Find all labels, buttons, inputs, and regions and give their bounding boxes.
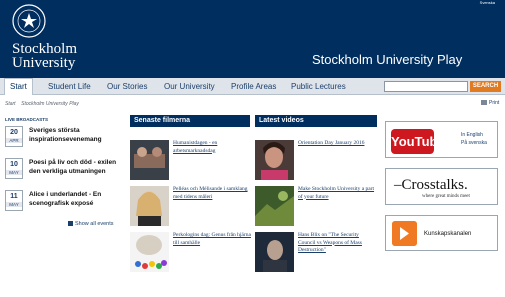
nav-item-our-university[interactable]: Our University xyxy=(164,82,215,91)
film-thumbnail[interactable] xyxy=(130,232,169,272)
youtube-link-english[interactable]: In English xyxy=(461,131,487,139)
videos-heading: Latest videos xyxy=(255,115,377,127)
show-all-events-link[interactable]: Show all events xyxy=(68,221,114,227)
film-item[interactable]: Perkologins dag: Genus från hjärna till … xyxy=(130,232,251,272)
event-month: MAY xyxy=(6,202,22,207)
video-item[interactable]: Orientation Day January 2016 xyxy=(255,140,375,180)
crosstalks-promo[interactable]: –Crosstalks. where great minds meet xyxy=(385,168,498,205)
event-day: 10 xyxy=(10,161,18,168)
event-title[interactable]: Sveriges största inspirationsevenemang xyxy=(29,126,129,144)
youtube-link-swedish[interactable]: På svenska xyxy=(461,139,487,147)
show-all-label: Show all events xyxy=(75,221,114,227)
crosstalks-logo: –Crosstalks. xyxy=(394,177,468,193)
video-thumbnail[interactable] xyxy=(255,186,294,226)
arrow-icon xyxy=(68,221,73,227)
crosstalks-tagline: where great minds meet xyxy=(422,194,470,199)
film-thumbnail[interactable] xyxy=(130,186,169,226)
event-item[interactable]: 20 APR Sveriges största inspirationseven… xyxy=(5,126,125,150)
kunskapskanalen-promo[interactable]: Kunskapskanalen xyxy=(385,215,498,251)
university-logo-text[interactable]: Stockholm University xyxy=(12,41,78,71)
kunskapskanalen-logo-icon xyxy=(392,221,417,246)
print-label: Print xyxy=(489,100,500,106)
site-header: Svenska Stockholm University Stockholm U… xyxy=(0,0,505,78)
event-date: 11 MAY xyxy=(5,190,23,211)
event-month: MAY xyxy=(6,170,22,175)
film-item[interactable]: Humanistdagen - en arbetsmarknadsdag xyxy=(130,140,250,180)
youtube-links: In English På svenska xyxy=(461,131,487,147)
kunskapskanalen-label: Kunskapskanalen xyxy=(424,231,472,237)
language-link[interactable]: Svenska xyxy=(480,0,495,5)
printer-icon xyxy=(481,100,487,106)
film-title[interactable]: Humanistdagen - en arbetsmarknadsdag xyxy=(173,140,251,155)
film-title[interactable]: Pelléas och Mélisande i samklang med tid… xyxy=(173,186,251,201)
film-thumbnail[interactable] xyxy=(130,140,169,180)
nav-item-public-lectures[interactable]: Public Lectures xyxy=(291,82,346,91)
video-item[interactable]: Hans Blix on "The Security Council vs We… xyxy=(255,232,375,272)
youtube-promo[interactable]: YouTube In English På svenska xyxy=(385,121,498,158)
event-title[interactable]: Poesi på liv och död - exilen den verkli… xyxy=(29,158,129,176)
video-title[interactable]: Hans Blix on "The Security Council vs We… xyxy=(298,232,376,255)
video-thumbnail[interactable] xyxy=(255,232,294,272)
films-heading: Senaste filmerna xyxy=(130,115,250,127)
event-item[interactable]: 10 MAY Poesi på liv och död - exilen den… xyxy=(5,158,125,182)
nav-item-profile-areas[interactable]: Profile Areas xyxy=(231,82,276,91)
event-day: 11 xyxy=(10,193,18,200)
logo-line-2: University xyxy=(12,55,76,71)
print-link[interactable]: Print xyxy=(481,100,499,106)
logo-line-1: Stockholm xyxy=(12,41,78,57)
video-thumbnail[interactable] xyxy=(255,140,294,180)
site-title: Stockholm University Play xyxy=(312,52,463,67)
video-item[interactable]: Make Stockholm University a part of your… xyxy=(255,186,375,226)
nav-item-start[interactable]: Start xyxy=(4,78,33,95)
event-date: 20 APR xyxy=(5,126,23,147)
nav-item-our-stories[interactable]: Our Stories xyxy=(107,82,147,91)
video-title[interactable]: Make Stockholm University a part of your… xyxy=(298,186,376,201)
breadcrumb: Start Stockholm University Play xyxy=(5,101,79,107)
event-date: 10 MAY xyxy=(5,158,23,179)
event-title[interactable]: Alice i underlandet - En scenografisk ex… xyxy=(29,190,129,208)
youtube-logo[interactable]: YouTube xyxy=(391,129,445,154)
search-input[interactable] xyxy=(384,81,468,92)
university-seal-icon[interactable] xyxy=(12,4,46,38)
event-item[interactable]: 11 MAY Alice i underlandet - En scenogra… xyxy=(5,190,125,214)
film-item[interactable]: Pelléas och Mélisande i samklang med tid… xyxy=(130,186,250,226)
search-button[interactable]: SEARCH xyxy=(470,81,501,92)
breadcrumb-current: Stockholm University Play xyxy=(21,101,79,107)
event-month: APR xyxy=(6,138,22,143)
nav-item-student-life[interactable]: Student Life xyxy=(48,82,91,91)
video-title[interactable]: Orientation Day January 2016 xyxy=(298,140,376,148)
live-broadcasts-heading: LIVE BROADCASTS xyxy=(5,117,49,122)
event-day: 20 xyxy=(10,129,18,136)
breadcrumb-home[interactable]: Start xyxy=(5,101,16,107)
film-title[interactable]: Perkologins dag: Genus från hjärna till … xyxy=(173,232,251,247)
